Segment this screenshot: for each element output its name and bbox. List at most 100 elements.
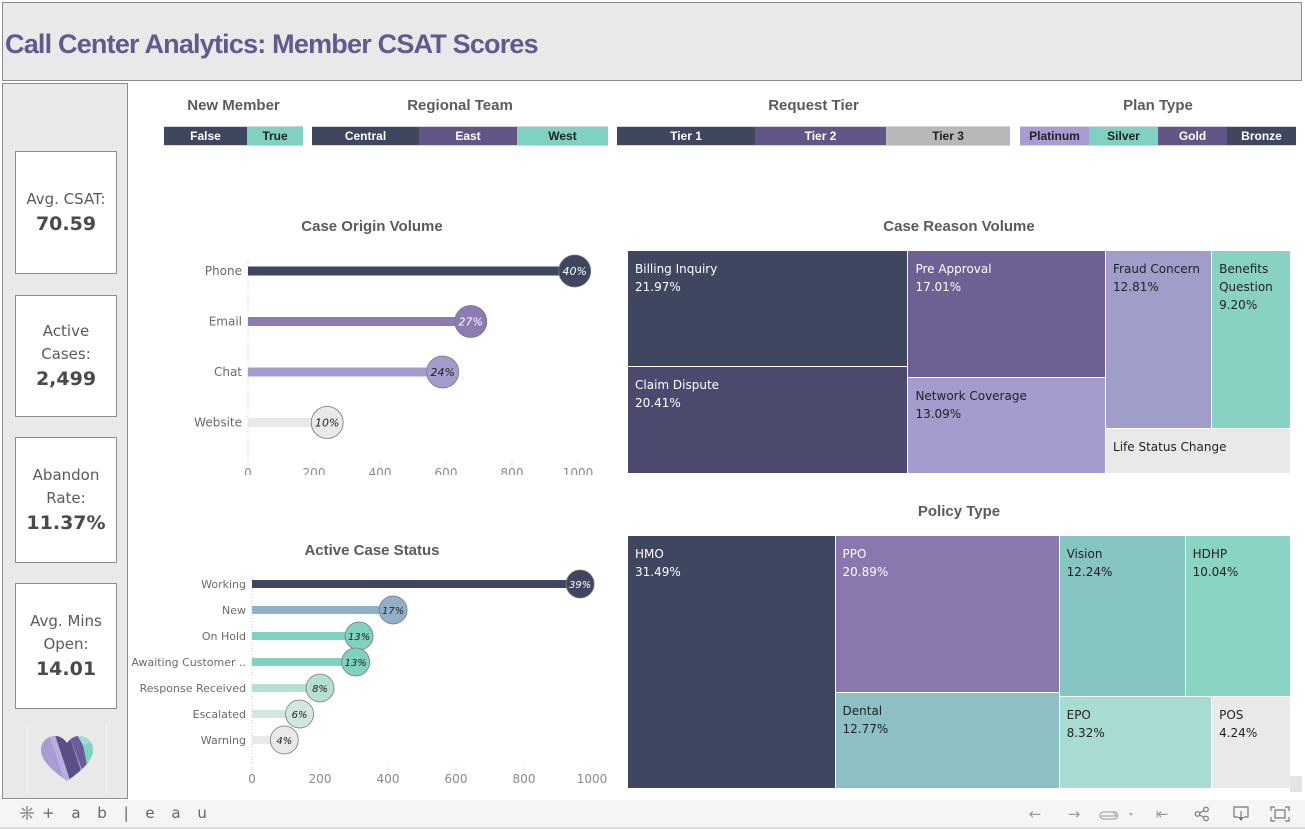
title-bar: Call Center Analytics: Member CSAT Score… xyxy=(2,2,1302,81)
filter-chip-bronze[interactable]: Bronze xyxy=(1227,127,1296,145)
tile-value: 20.89% xyxy=(842,565,889,579)
x-tick-label: 200 xyxy=(303,466,326,475)
treemap-tile-pre-approval[interactable]: Pre Approval 17.01% xyxy=(908,251,1106,378)
kpi-avg-csat[interactable]: Avg. CSAT: 70.59 xyxy=(15,151,117,274)
kpi-label: Rate: xyxy=(46,489,86,507)
category-label: New xyxy=(222,604,246,617)
bar-email[interactable] xyxy=(248,317,471,326)
filter-title-regional-team: Regional Team xyxy=(407,97,513,114)
filter-title-new-member: New Member xyxy=(187,97,280,114)
treemap-tile-vision[interactable]: Vision 12.24% xyxy=(1059,536,1186,697)
tile-label: EPO xyxy=(1066,707,1091,722)
x-tick-label: 600 xyxy=(445,772,468,783)
tile-value: 12.81% xyxy=(1113,280,1159,294)
filter-chip-platinum[interactable]: Platinum xyxy=(1020,127,1089,145)
category-label: Phone xyxy=(205,264,242,278)
filter-chip-gold[interactable]: Gold xyxy=(1158,127,1227,145)
filter-chip-tier-3[interactable]: Tier 3 xyxy=(886,127,1010,145)
heart-logo-icon xyxy=(41,736,93,781)
chart-title-case-origin: Case Origin Volume xyxy=(301,218,443,235)
tile-label: Claim Dispute xyxy=(635,377,720,392)
tile-label: Billing Inquiry xyxy=(635,262,718,276)
bar-chat[interactable] xyxy=(248,367,443,377)
filter-request-tier: Tier 1 Tier 2 Tier 3 xyxy=(617,126,1010,146)
x-tick-label: 800 xyxy=(501,466,524,475)
filter-title-request-tier: Request Tier xyxy=(768,97,859,114)
share-icon[interactable] xyxy=(1192,805,1212,823)
revert-icon[interactable] xyxy=(1098,805,1138,823)
filter-chip-tier-1[interactable]: Tier 1 xyxy=(617,127,755,145)
tile-label: PPO xyxy=(842,547,867,561)
tile-label: Pre Approval xyxy=(915,262,992,276)
treemap-tile-benefits-question[interactable]: Benefits Question 9.20% xyxy=(1212,251,1291,430)
treemap-tile-billing-inquiry[interactable]: Billing Inquiry 21.97% xyxy=(628,251,909,367)
category-label: Awaiting Customer .. xyxy=(131,656,246,669)
filter-chip-false[interactable]: False xyxy=(164,127,247,145)
download-icon[interactable] xyxy=(1231,805,1251,823)
filter-regional-team: Central East West xyxy=(312,126,608,146)
category-label: Website xyxy=(194,416,242,430)
scrollbar-stub[interactable] xyxy=(1290,776,1302,792)
bar-awaiting-customer-[interactable] xyxy=(252,658,356,666)
treemap-tile-life-status-change[interactable]: Life Status Change xyxy=(1106,429,1291,474)
filter-chip-west[interactable]: West xyxy=(517,127,608,145)
data-label: 27% xyxy=(459,316,483,329)
chart-title-active-case-status: Active Case Status xyxy=(304,542,440,559)
fullscreen-icon[interactable] xyxy=(1270,805,1290,823)
pause-updates-icon[interactable]: ⇤ xyxy=(1152,805,1172,823)
data-label: 6% xyxy=(292,710,308,721)
tableau-logo[interactable]: + a b | e a u xyxy=(18,804,213,822)
bar-new[interactable] xyxy=(252,606,394,614)
x-tick-label: 800 xyxy=(513,772,536,783)
policy-type-treemap: HMO 31.49% PPO 20.89% Dental 12.77% Vision 12.2… xyxy=(628,536,1291,789)
tile-value: 20.41% xyxy=(635,395,681,410)
treemap-tile-pos[interactable]: POS 4.24% xyxy=(1212,696,1291,789)
tile-value: 12.24% xyxy=(1066,565,1113,579)
treemap-tile-epo[interactable]: EPO 8.32% xyxy=(1059,696,1213,789)
chart-title-case-reason: Case Reason Volume xyxy=(883,218,1035,235)
undo-icon[interactable]: ← xyxy=(1025,805,1045,823)
treemap-tile-hdhp[interactable]: HDHP 10.04% xyxy=(1185,536,1291,697)
kpi-avg-mins-open[interactable]: Avg. Mins Open: 14.01 xyxy=(15,583,117,709)
treemap-tile-network-coverage[interactable]: Network Coverage 13.09% xyxy=(908,377,1106,474)
kpi-abandon-rate[interactable]: Abandon Rate: 11.37% xyxy=(15,437,117,563)
redo-icon[interactable]: → xyxy=(1064,805,1084,823)
category-label: Email xyxy=(209,315,242,329)
treemap-tile-claim-dispute[interactable]: Claim Dispute 20.41% xyxy=(628,366,909,474)
tile-label: Vision xyxy=(1066,547,1103,561)
data-label: 10% xyxy=(315,417,339,430)
treemap-tile-hmo[interactable]: HMO 31.49% xyxy=(628,536,836,789)
filter-chip-true[interactable]: True xyxy=(247,127,303,145)
treemap-tile-fraud-concern[interactable]: Fraud Concern 12.81% xyxy=(1106,251,1213,430)
filter-chip-central[interactable]: Central xyxy=(312,127,419,145)
bar-working[interactable] xyxy=(252,580,581,588)
x-tick-label: 1000 xyxy=(563,466,594,475)
category-label: Warning xyxy=(201,734,246,747)
filter-new-member: False True xyxy=(164,126,303,146)
case-reason-treemap: Billing Inquiry 21.97% Claim Dispute 20.41%… xyxy=(628,251,1291,474)
filter-chip-tier-2[interactable]: Tier 2 xyxy=(755,127,886,145)
treemap-tile-ppo[interactable]: PPO 20.89% xyxy=(835,536,1060,693)
bar-on-hold[interactable] xyxy=(252,632,360,640)
filter-plan-type: Platinum Silver Gold Bronze xyxy=(1020,126,1296,146)
category-label: Chat xyxy=(214,365,242,379)
filter-chip-east[interactable]: East xyxy=(419,127,517,145)
tile-label: Network Coverage xyxy=(915,388,1027,403)
x-tick-label: 600 xyxy=(435,466,458,475)
x-tick-label: 400 xyxy=(369,466,392,475)
tile-value: 17.01% xyxy=(915,280,962,294)
bar-phone[interactable] xyxy=(248,266,575,276)
tile-label: Benefits Question xyxy=(1219,262,1273,294)
filter-chip-silver[interactable]: Silver xyxy=(1089,127,1158,145)
category-label: Response Received xyxy=(140,682,246,695)
treemap-tile-dental[interactable]: Dental 12.77% xyxy=(835,692,1060,789)
tile-value: 21.97% xyxy=(635,280,681,294)
tile-label: Life Status Change xyxy=(1113,440,1227,455)
tableau-toolbar: + a b | e a u ← → ⇤ xyxy=(0,800,1305,829)
kpi-active-cases[interactable]: Active Cases: 2,499 xyxy=(15,295,117,417)
case-origin-chart: 0 200 400 600 800 1000 Phone 40% Email 27% Chat 24%… xyxy=(194,254,594,475)
data-label: 39% xyxy=(569,580,591,591)
dashboard: Call Center Analytics: Member CSAT Score… xyxy=(0,0,1305,829)
kpi-sidebar: Avg. CSAT: 70.59 Active Cases: 2,499 Aba… xyxy=(2,83,128,799)
kpi-value: 70.59 xyxy=(35,213,97,235)
